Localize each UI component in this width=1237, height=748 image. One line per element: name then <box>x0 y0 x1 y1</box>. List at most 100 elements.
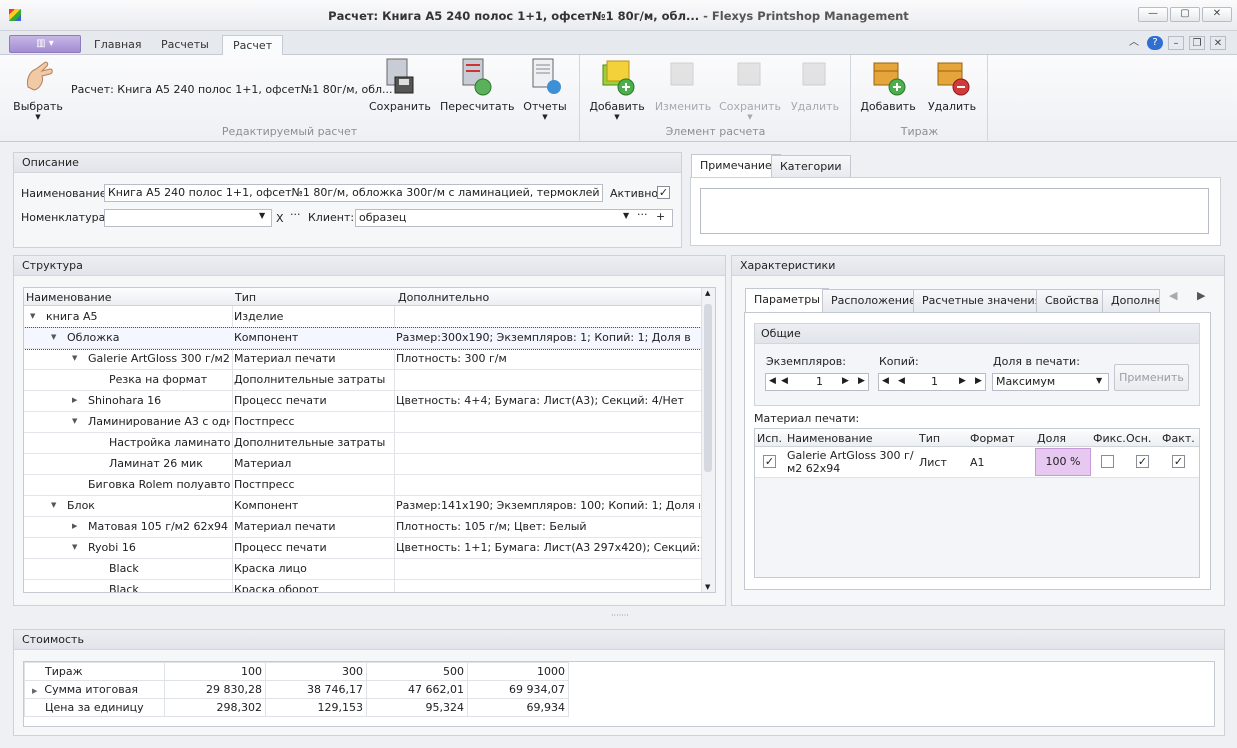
tree-cell-type: Постпресс <box>234 478 295 491</box>
expand-icon[interactable]: ▶ <box>72 396 77 404</box>
reports-button[interactable]: Отчеты ▼ <box>520 57 570 121</box>
tree-cell-name: Блок <box>67 499 95 512</box>
mdi-close-button[interactable]: ✕ <box>1210 36 1226 50</box>
tab-home[interactable]: Главная <box>84 35 152 55</box>
name-field[interactable]: Книга А5 240 полос 1+1, офсет№1 80г/м, о… <box>104 184 603 202</box>
tab-note[interactable]: Примечание <box>691 154 781 178</box>
tree-row[interactable]: ▼ книга А5 Изделие <box>24 307 715 328</box>
hand-pointer-icon <box>20 57 56 97</box>
tab-scroll-right-icon[interactable]: ▶ <box>1197 289 1205 302</box>
tree-row[interactable]: ▼ Galerie ArtGloss 300 г/м2 62x94 Материал… <box>24 349 715 370</box>
tree-row[interactable]: Резка на формат Дополнительные затраты <box>24 370 715 391</box>
tab-calc-values[interactable]: Расчетные значения <box>913 289 1051 312</box>
mat-col-share[interactable]: Доля <box>1037 432 1066 445</box>
tree-row[interactable]: Ламинат 26 мик Материал <box>24 454 715 475</box>
ellipsis-icon[interactable]: ··· <box>290 208 301 221</box>
col-type[interactable]: Тип <box>235 291 256 304</box>
tree-scroll-thumb[interactable] <box>704 304 712 472</box>
tree-scrollbar[interactable]: ▲ ▼ <box>701 288 715 592</box>
note-textarea[interactable] <box>700 188 1209 234</box>
col-name[interactable]: Наименование <box>26 291 111 304</box>
use-checkbox[interactable]: ✓ <box>763 455 776 468</box>
tab-location[interactable]: Расположение <box>822 289 925 312</box>
tree-cell-type: Компонент <box>234 331 299 344</box>
choose-button[interactable]: Выбрать ▼ <box>10 57 66 121</box>
main-checkbox[interactable]: ✓ <box>1136 455 1149 468</box>
tab-calculation[interactable]: Расчет <box>222 35 284 55</box>
col-extra[interactable]: Дополнительно <box>398 291 489 304</box>
delete-element-button[interactable]: Удалить <box>785 57 845 113</box>
minimize-button[interactable]: — <box>1138 7 1168 22</box>
tree-row[interactable]: ▼ Ryobi 16 Процесс печати Цветность: 1+1; Б… <box>24 538 715 559</box>
tree-row[interactable]: Black Краска лицо <box>24 559 715 580</box>
tree-row[interactable]: ▼ Ламинирование А3 с одной Постпресс <box>24 412 715 433</box>
mdi-minimize-button[interactable]: – <box>1168 36 1184 50</box>
delete-element-icon <box>797 57 833 97</box>
chevron-down-icon[interactable]: ▼ <box>623 211 629 220</box>
save-element-button[interactable]: Сохранить ▼ <box>717 57 783 121</box>
add-run-button[interactable]: Добавить <box>860 57 916 113</box>
mat-col-actual[interactable]: Факт. <box>1162 432 1195 445</box>
ellipsis-icon[interactable]: ··· <box>637 208 648 221</box>
tree-row[interactable]: ▼ Обложка Компонент Размер:300x190; Экземпл… <box>24 327 715 350</box>
mdi-restore-button[interactable]: ❐ <box>1189 36 1205 50</box>
tab-parameters[interactable]: Параметры <box>745 288 829 312</box>
share-select[interactable]: Максимум <box>992 373 1109 391</box>
app-menu-button[interactable]: ▥ ▾ <box>9 35 81 53</box>
collapse-ribbon-icon[interactable]: ︿ <box>1126 36 1142 50</box>
chevron-down-icon[interactable]: ▼ <box>259 211 265 220</box>
copies-spinner[interactable]: ◀ ◀ 1 ▶ ▶ <box>765 373 869 391</box>
expand-icon[interactable]: ▼ <box>30 312 35 320</box>
expand-icon[interactable]: ▼ <box>72 354 77 362</box>
prints-spinner[interactable]: ◀ ◀ 1 ▶ ▶ <box>878 373 986 391</box>
mat-share-cell[interactable]: 100 % <box>1035 448 1091 476</box>
apply-button[interactable]: Применить <box>1114 364 1189 391</box>
close-button[interactable]: ✕ <box>1202 7 1232 22</box>
tree-row[interactable]: ▼ Блок Компонент Размер:141x190; Экземпляро… <box>24 496 715 517</box>
help-icon[interactable]: ? <box>1147 36 1163 50</box>
nomenclature-select[interactable] <box>104 209 272 227</box>
recalculate-button[interactable]: Пересчитать <box>440 57 515 113</box>
save-calc-icon <box>381 57 417 97</box>
tree-row[interactable]: Black Краска оборот <box>24 580 715 592</box>
tree-row[interactable]: Настройка ламинатора Дополнительные затра… <box>24 433 715 454</box>
tab-properties[interactable]: Свойства <box>1036 289 1108 312</box>
add-client-button[interactable]: + <box>656 210 665 223</box>
splitter-grip-icon[interactable]: ······· <box>611 611 629 620</box>
add-element-button[interactable]: Добавить ▼ <box>587 57 647 121</box>
maximize-button[interactable]: ▢ <box>1170 7 1200 22</box>
edit-element-button[interactable]: Изменить <box>651 57 715 113</box>
material-row[interactable]: ✓ Galerie ArtGloss 300 г/м2 62x94 Лист А… <box>755 447 1199 478</box>
tab-scroll-left-icon[interactable]: ◀ <box>1169 289 1177 302</box>
mat-col-format[interactable]: Формат <box>970 432 1015 445</box>
expand-icon[interactable]: ▼ <box>72 417 77 425</box>
general-group: Общие Экземпляров: ◀ ◀ 1 ▶ ▶ Копий: ◀ ◀ 1 ▶… <box>754 323 1200 406</box>
tab-calculations[interactable]: Расчеты <box>151 35 219 55</box>
characteristics-header: Характеристики <box>732 256 1224 276</box>
mat-col-use[interactable]: Исп. <box>757 432 782 445</box>
active-checkbox[interactable]: ✓ <box>657 186 670 199</box>
expand-icon[interactable]: ▶ <box>32 687 37 695</box>
delete-run-button[interactable]: Удалить <box>924 57 980 113</box>
actual-checkbox[interactable]: ✓ <box>1172 455 1185 468</box>
expand-icon[interactable]: ▼ <box>51 333 56 341</box>
expand-icon[interactable]: ▼ <box>72 543 77 551</box>
tree-row[interactable]: Биговка Rolem полуавтомат Постпресс <box>24 475 715 496</box>
mat-col-type[interactable]: Тип <box>919 432 940 445</box>
cost-row-total[interactable]: ▶ Сумма итоговая 29 830,28 38 746,17 47 … <box>24 680 569 699</box>
tree-row[interactable]: ▶ Матовая 105 г/м2 62x94 Материал печати Пл… <box>24 517 715 538</box>
mat-col-name[interactable]: Наименование <box>787 432 872 445</box>
tab-additional[interactable]: Дополнен <box>1102 289 1160 312</box>
clear-nomenclature-button[interactable]: X <box>276 212 284 225</box>
mat-col-fixed[interactable]: Фикс. <box>1093 432 1126 445</box>
save-calc-button[interactable]: Сохранить <box>369 57 431 113</box>
fixed-checkbox[interactable] <box>1101 455 1114 468</box>
chevron-down-icon[interactable]: ▼ <box>1096 376 1102 385</box>
expand-icon[interactable]: ▼ <box>51 501 56 509</box>
group-calc-element: Добавить ▼ Изменить Сохранить ▼ Удалить … <box>581 55 851 141</box>
expand-icon[interactable]: ▶ <box>72 522 77 530</box>
tree-row[interactable]: ▶ Shinohara 16 Процесс печати Цветность: 4+… <box>24 391 715 412</box>
mat-col-main[interactable]: Осн. <box>1126 432 1151 445</box>
tab-categories[interactable]: Категории <box>771 155 851 178</box>
cost-row-unit-price: Цена за единицу 298,302 129,153 95,324 6… <box>24 698 569 717</box>
